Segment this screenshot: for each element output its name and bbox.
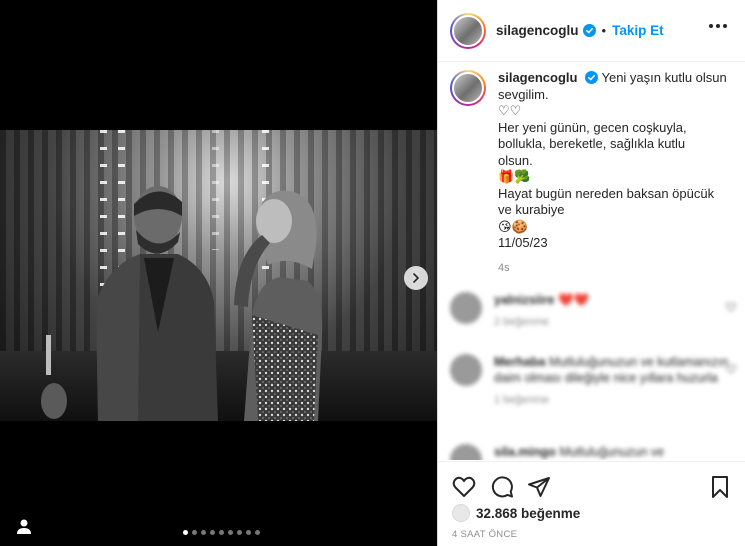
carousel-indicator bbox=[183, 530, 260, 535]
caption-line: Her yeni günün, gecen coşkuyla, bbox=[498, 119, 687, 135]
carousel-dot bbox=[237, 530, 242, 535]
comment-item: sila.mingo Mutluluğunuzun ve bbox=[450, 444, 730, 460]
comment-avatar[interactable] bbox=[450, 354, 482, 386]
caption-line: ♡♡ bbox=[498, 103, 522, 118]
guitar-illustration bbox=[41, 335, 67, 419]
carousel-dot bbox=[192, 530, 197, 535]
verified-badge-icon bbox=[582, 24, 596, 37]
caption-timestamp: 4s bbox=[498, 261, 510, 274]
post-photo[interactable] bbox=[0, 130, 437, 421]
post-side-panel: silagencoglu • Takip Et silagencoglu Yen… bbox=[437, 0, 745, 546]
comment-username[interactable]: Merhaba bbox=[494, 355, 545, 369]
post-time-ago: 4 SAAT ÖNCE bbox=[452, 529, 518, 540]
carousel-dot bbox=[183, 530, 188, 535]
post-media[interactable] bbox=[0, 0, 437, 546]
carousel-next-button[interactable] bbox=[404, 266, 428, 290]
post-caption: silagencoglu Yeni yaşın kutlu olsun sevg… bbox=[450, 70, 740, 276]
carousel-dot bbox=[246, 530, 251, 535]
comment-username[interactable]: yalnizsiire bbox=[494, 293, 554, 307]
likes-summary[interactable]: 32.868 beğenme bbox=[452, 504, 580, 522]
caption-line: 🎁🥦 bbox=[498, 169, 531, 184]
action-bar: 32.868 beğenme 4 SAAT ÖNCE bbox=[438, 461, 745, 546]
post-header: silagencoglu • Takip Et bbox=[438, 0, 745, 62]
comment-avatar[interactable] bbox=[450, 292, 482, 324]
heart-icon[interactable] bbox=[452, 475, 476, 499]
comment-meta: 2 beğenme bbox=[494, 316, 550, 328]
heart-icon[interactable] bbox=[726, 364, 736, 374]
comment-avatar[interactable] bbox=[450, 444, 482, 460]
man-figure bbox=[96, 186, 218, 421]
carousel-dot bbox=[210, 530, 215, 535]
carousel-dot bbox=[228, 530, 233, 535]
bookmark-icon[interactable] bbox=[708, 475, 732, 499]
verified-badge-icon bbox=[585, 71, 599, 84]
more-options-icon[interactable] bbox=[709, 24, 727, 28]
heart-icon[interactable] bbox=[726, 302, 736, 312]
tag-user-icon[interactable] bbox=[14, 517, 34, 535]
comment-item: Merhaba Mutluluğunuzun ve kutlamanızın d… bbox=[450, 354, 736, 408]
caption-line: sevgilim. bbox=[498, 86, 549, 102]
caption-username[interactable]: silagencoglu bbox=[498, 70, 577, 85]
woman-figure bbox=[234, 190, 323, 421]
carousel-dot bbox=[201, 530, 206, 535]
carousel-dot bbox=[219, 530, 224, 535]
caption-line: Hayat bugün nereden baksan öpücük bbox=[498, 185, 715, 201]
caption-avatar[interactable] bbox=[450, 70, 486, 106]
share-icon[interactable] bbox=[527, 475, 551, 499]
caption-date: 11/05/23 bbox=[498, 235, 548, 250]
likes-count[interactable]: 32.868 beğenme bbox=[476, 506, 580, 521]
follow-button[interactable]: Takip Et bbox=[612, 23, 664, 38]
comment-text: ❤️❤️ bbox=[557, 293, 590, 307]
caption-line: 😘🍪 bbox=[498, 218, 528, 234]
caption-text: silagencoglu Yeni yaşın kutlu olsun sevg… bbox=[498, 70, 730, 276]
separator: • bbox=[601, 23, 607, 38]
caption-line: ve kurabiye bbox=[498, 202, 565, 217]
comment-icon[interactable] bbox=[490, 475, 514, 499]
caption-line: Yeni yaşın kutlu olsun bbox=[601, 70, 727, 85]
comment-item: yalnizsiire ❤️❤️ 2 beğenme bbox=[450, 292, 736, 330]
avatar[interactable] bbox=[450, 12, 486, 49]
carousel-dot bbox=[255, 530, 260, 535]
caption-line: bollukla, bereketle, sağlıkla kutlu bbox=[498, 136, 686, 151]
comment-username[interactable]: sila.mingo bbox=[494, 445, 556, 459]
comments-list: yalnizsiire ❤️❤️ 2 beğenme Merhaba Mutlu… bbox=[438, 282, 745, 460]
comment-meta: 1 beğenme bbox=[494, 394, 550, 406]
liker-avatar bbox=[452, 504, 470, 522]
next-arrow-icon bbox=[413, 273, 420, 283]
caption-line: olsun. bbox=[498, 152, 533, 168]
comment-text: Mutluluğunuzun ve bbox=[559, 445, 665, 459]
header-username[interactable]: silagencoglu bbox=[496, 23, 579, 38]
